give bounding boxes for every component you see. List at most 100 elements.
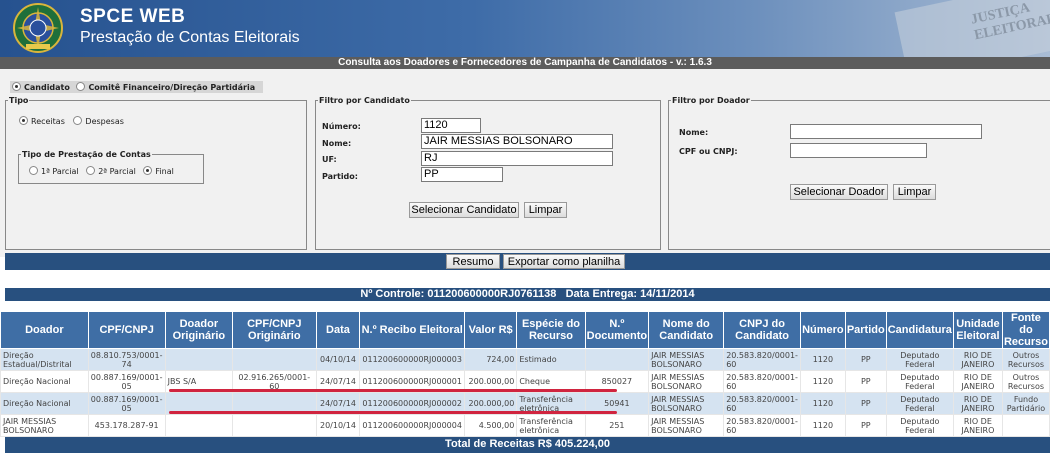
cell-numero: 1120 xyxy=(799,392,846,415)
cell-fonte-recurso xyxy=(1001,414,1050,437)
cell-nome-candidato: JAIR MESSIAS BOLSONARO xyxy=(648,348,725,371)
cell-cpf-cnpj: 00.887.169/0001-05 xyxy=(87,370,166,393)
table-row[interactable]: Direção Estadual/Distrital 08.810.753/000… xyxy=(0,348,1050,371)
results-table: Doador CPF/CNPJ Doador Originário CPF/CN… xyxy=(0,311,1050,437)
cell-fonte-recurso: Outros Recursos xyxy=(1001,348,1050,371)
col-candidatura[interactable]: Candidatura xyxy=(885,311,954,349)
mode-option-candidato[interactable]: Candidato xyxy=(12,82,70,92)
cell-data: 20/10/14 xyxy=(315,414,361,437)
col-cnpj-candidato[interactable]: CNPJ do Candidato xyxy=(723,311,801,349)
radio-icon[interactable] xyxy=(86,166,96,175)
cell-candidatura: Deputado Federal xyxy=(885,414,954,437)
col-documento[interactable]: N.º Documento xyxy=(584,311,650,349)
highlight-underline xyxy=(169,411,617,414)
cell-doador-originario xyxy=(164,414,234,437)
radio-icon[interactable] xyxy=(73,116,83,125)
cell-especie: Transferência eletrônica xyxy=(516,414,586,437)
cell-cpf-cnpj: 453.178.287-91 xyxy=(87,414,166,437)
cell-numero: 1120 xyxy=(799,414,846,437)
col-fonte-recurso[interactable]: Fonte do Recurso xyxy=(1001,311,1050,349)
app-title: SPCE WEB xyxy=(80,6,186,27)
cell-partido: PP xyxy=(844,414,887,437)
col-recibo[interactable]: N.º Recibo Eleitoral xyxy=(359,311,465,349)
table-row[interactable]: JAIR MESSIAS BOLSONARO 453.178.287-91 20/1… xyxy=(0,414,1050,437)
doador-nome-label: Nome: xyxy=(679,128,709,137)
selecionar-candidato-button[interactable]: Selecionar Candidato xyxy=(409,202,519,218)
results-table-wrapper: Doador CPF/CNPJ Doador Originário CPF/CN… xyxy=(0,311,1050,453)
cell-cpf-cnpj: 00.887.169/0001-05 xyxy=(87,392,166,415)
doador-cpf-input[interactable] xyxy=(790,143,927,158)
cell-documento: 251 xyxy=(584,414,650,437)
cell-unidade-eleitoral: RIO DE JANEIRO xyxy=(952,348,1003,371)
system-title-bar: Consulta aos Doadores e Fornecedores de … xyxy=(0,57,1050,69)
radio-icon[interactable] xyxy=(12,82,21,91)
col-data[interactable]: Data xyxy=(315,311,361,349)
resumo-button[interactable]: Resumo xyxy=(446,254,500,269)
action-bar: Resumo Exportar como planilha xyxy=(5,253,1050,270)
prestacao-option-2-parcial[interactable]: 2ª Parcial xyxy=(86,166,136,176)
col-valor[interactable]: Valor R$ xyxy=(463,311,518,349)
tipo-option-despesas[interactable]: Despesas xyxy=(73,116,124,126)
col-cpf-cnpj[interactable]: CPF/CNPJ xyxy=(87,311,166,349)
highlight-underline xyxy=(169,389,617,392)
partido-label: Partido: xyxy=(322,172,358,181)
cell-especie: Estimado xyxy=(516,348,586,371)
cell-fonte-recurso: Fundo Partidário xyxy=(1001,392,1050,415)
cell-candidatura: Deputado Federal xyxy=(885,348,954,371)
cell-fonte-recurso: Outros Recursos xyxy=(1001,370,1050,393)
radio-icon[interactable] xyxy=(143,166,153,175)
uf-label: UF: xyxy=(322,155,337,164)
cell-candidatura: Deputado Federal xyxy=(885,370,954,393)
cell-nome-candidato: JAIR MESSIAS BOLSONARO xyxy=(648,392,725,415)
results-table-body: Direção Estadual/Distrital 08.810.753/000… xyxy=(0,348,1050,437)
uf-input[interactable]: RJ xyxy=(421,151,613,166)
numero-label: Número: xyxy=(322,122,361,131)
brasao-logo-icon xyxy=(13,3,63,53)
limpar-doador-button[interactable]: Limpar xyxy=(893,184,936,200)
tipo-option-receitas[interactable]: Receitas xyxy=(19,116,65,126)
nome-label: Nome: xyxy=(322,139,352,148)
cell-recibo: 011200600000RJ000004 xyxy=(359,414,465,437)
app-subtitle: Prestação de Contas Eleitorais xyxy=(80,29,300,46)
app-banner: SPCE WEB Prestação de Contas Eleitorais … xyxy=(0,0,1050,57)
col-doador[interactable]: Doador xyxy=(0,311,89,349)
selecionar-doador-button[interactable]: Selecionar Doador xyxy=(790,184,888,200)
cell-valor: 4.500,00 xyxy=(463,414,518,437)
col-especie[interactable]: Espécie do Recurso xyxy=(516,311,586,349)
limpar-candidato-button[interactable]: Limpar xyxy=(524,202,567,218)
col-nome-candidato[interactable]: Nome do Candidato xyxy=(648,311,725,349)
cell-recibo: 011200600000RJ000003 xyxy=(359,348,465,371)
cell-nome-candidato: JAIR MESSIAS BOLSONARO xyxy=(648,414,725,437)
doador-nome-input[interactable] xyxy=(790,124,982,139)
filter-panel: Candidato Comitê Financeiro/Direção Part… xyxy=(0,69,1050,257)
nome-input[interactable]: JAIR MESSIAS BOLSONARO xyxy=(421,134,613,149)
radio-icon[interactable] xyxy=(29,166,38,175)
partido-input[interactable]: PP xyxy=(421,167,503,182)
cell-doador: Direção Nacional xyxy=(0,370,89,393)
col-numero[interactable]: Número xyxy=(799,311,846,349)
cell-unidade-eleitoral: RIO DE JANEIRO xyxy=(952,392,1003,415)
cell-cpf-cnpj-originario xyxy=(232,414,317,437)
cell-data: 04/10/14 xyxy=(315,348,361,371)
cell-partido: PP xyxy=(844,392,887,415)
mode-option-comite[interactable]: Comitê Financeiro/Direção Partidária xyxy=(76,82,255,92)
radio-icon[interactable] xyxy=(19,116,28,125)
exportar-planilha-button[interactable]: Exportar como planilha xyxy=(503,254,625,269)
cell-valor: 724,00 xyxy=(463,348,518,371)
radio-icon[interactable] xyxy=(76,82,86,91)
numero-input[interactable]: 1120 xyxy=(421,118,481,133)
cell-numero: 1120 xyxy=(799,348,846,371)
prestacao-option-final[interactable]: Final xyxy=(143,166,174,176)
cell-doador-originario xyxy=(164,348,234,371)
total-receitas-bar: Total de Receitas R$ 405.224,00 xyxy=(5,437,1050,453)
cell-candidatura: Deputado Federal xyxy=(885,392,954,415)
col-doador-originario[interactable]: Doador Originário xyxy=(164,311,234,349)
cell-doador: JAIR MESSIAS BOLSONARO xyxy=(0,414,89,437)
col-partido[interactable]: Partido xyxy=(844,311,887,349)
control-info-bar: Nº Controle: 011200600000RJ0761138 Data … xyxy=(5,288,1050,301)
prestacao-option-1-parcial[interactable]: 1ª Parcial xyxy=(29,166,79,176)
col-cpf-cnpj-originario[interactable]: CPF/CNPJ Originário xyxy=(232,311,317,349)
tipo-options: Receitas Despesas xyxy=(19,116,124,126)
col-unidade-eleitoral[interactable]: Unidade Eleitoral xyxy=(952,311,1003,349)
cell-cnpj-candidato: 20.583.820/0001-60 xyxy=(723,348,801,371)
